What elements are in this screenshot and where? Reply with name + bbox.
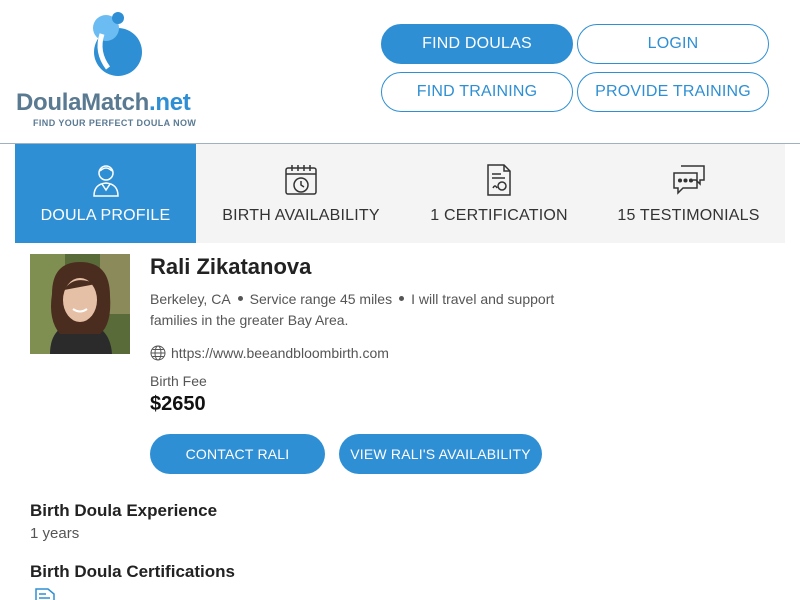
service-range-text: Service range 45 miles	[249, 291, 393, 307]
travel-text-line1: I will travel and support	[411, 291, 555, 307]
logo-tagline: FIND YOUR PERFECT DOULA NOW	[33, 118, 197, 128]
login-button[interactable]: LOGIN	[577, 24, 769, 64]
tab-label: BIRTH AVAILABILITY	[222, 207, 380, 224]
birth-fee-label: Birth Fee	[150, 373, 207, 389]
chat-bubbles-icon	[672, 165, 705, 195]
tab-label: 15 TESTIMONIALS	[617, 207, 760, 224]
find-training-button[interactable]: FIND TRAINING	[381, 72, 573, 112]
tab-doula-profile[interactable]: DOULA PROFILE	[15, 144, 196, 243]
profile-tabs: DOULA PROFILE BIRTH AVAILABILITY 1 CERTI…	[15, 144, 785, 243]
experience-heading: Birth Doula Experience	[30, 501, 218, 520]
tab-label: 1 CERTIFICATION	[430, 207, 568, 224]
logo-mark-icon	[93, 12, 142, 76]
site-logo[interactable]: DoulaMatch.net FIND YOUR PERFECT DOULA N…	[16, 12, 221, 132]
view-availability-button[interactable]: VIEW RALI'S AVAILABILITY	[339, 434, 542, 474]
birth-fee-value: $2650	[150, 393, 206, 415]
certificate-icon	[487, 164, 511, 196]
site-header: DoulaMatch.net FIND YOUR PERFECT DOULA N…	[0, 0, 800, 144]
separator-dot	[237, 296, 243, 302]
doula-name: Rali Zikatanova	[150, 254, 312, 279]
doula-person-icon	[92, 165, 119, 197]
contact-button[interactable]: CONTACT RALI	[150, 434, 325, 474]
tab-testimonials[interactable]: 15 TESTIMONIALS	[592, 144, 785, 243]
website-link[interactable]: https://www.beeandbloombirth.com	[150, 345, 389, 361]
location-text: Berkeley, CA	[150, 291, 231, 307]
doula-profile-photo	[30, 254, 130, 354]
tab-certification[interactable]: 1 CERTIFICATION	[406, 144, 592, 243]
experience-value: 1 years	[30, 525, 80, 542]
calendar-clock-icon	[285, 165, 317, 195]
globe-icon	[150, 345, 166, 361]
logo-wordmark: DoulaMatch.net	[16, 89, 191, 116]
find-doulas-button[interactable]: FIND DOULAS	[381, 24, 573, 64]
tab-label: DOULA PROFILE	[40, 207, 171, 224]
provide-training-button[interactable]: PROVIDE TRAINING	[577, 72, 769, 112]
tab-birth-availability[interactable]: BIRTH AVAILABILITY	[196, 144, 406, 243]
travel-text-line2: families in the greater Bay Area.	[150, 312, 349, 328]
certificate-doc-icon	[35, 588, 55, 600]
separator-dot	[399, 296, 405, 302]
doula-location-info: Berkeley, CA Service range 45 miles I will…	[150, 289, 610, 331]
website-url[interactable]: https://www.beeandbloombirth.com	[171, 345, 389, 361]
certifications-heading: Birth Doula Certifications	[30, 562, 235, 581]
